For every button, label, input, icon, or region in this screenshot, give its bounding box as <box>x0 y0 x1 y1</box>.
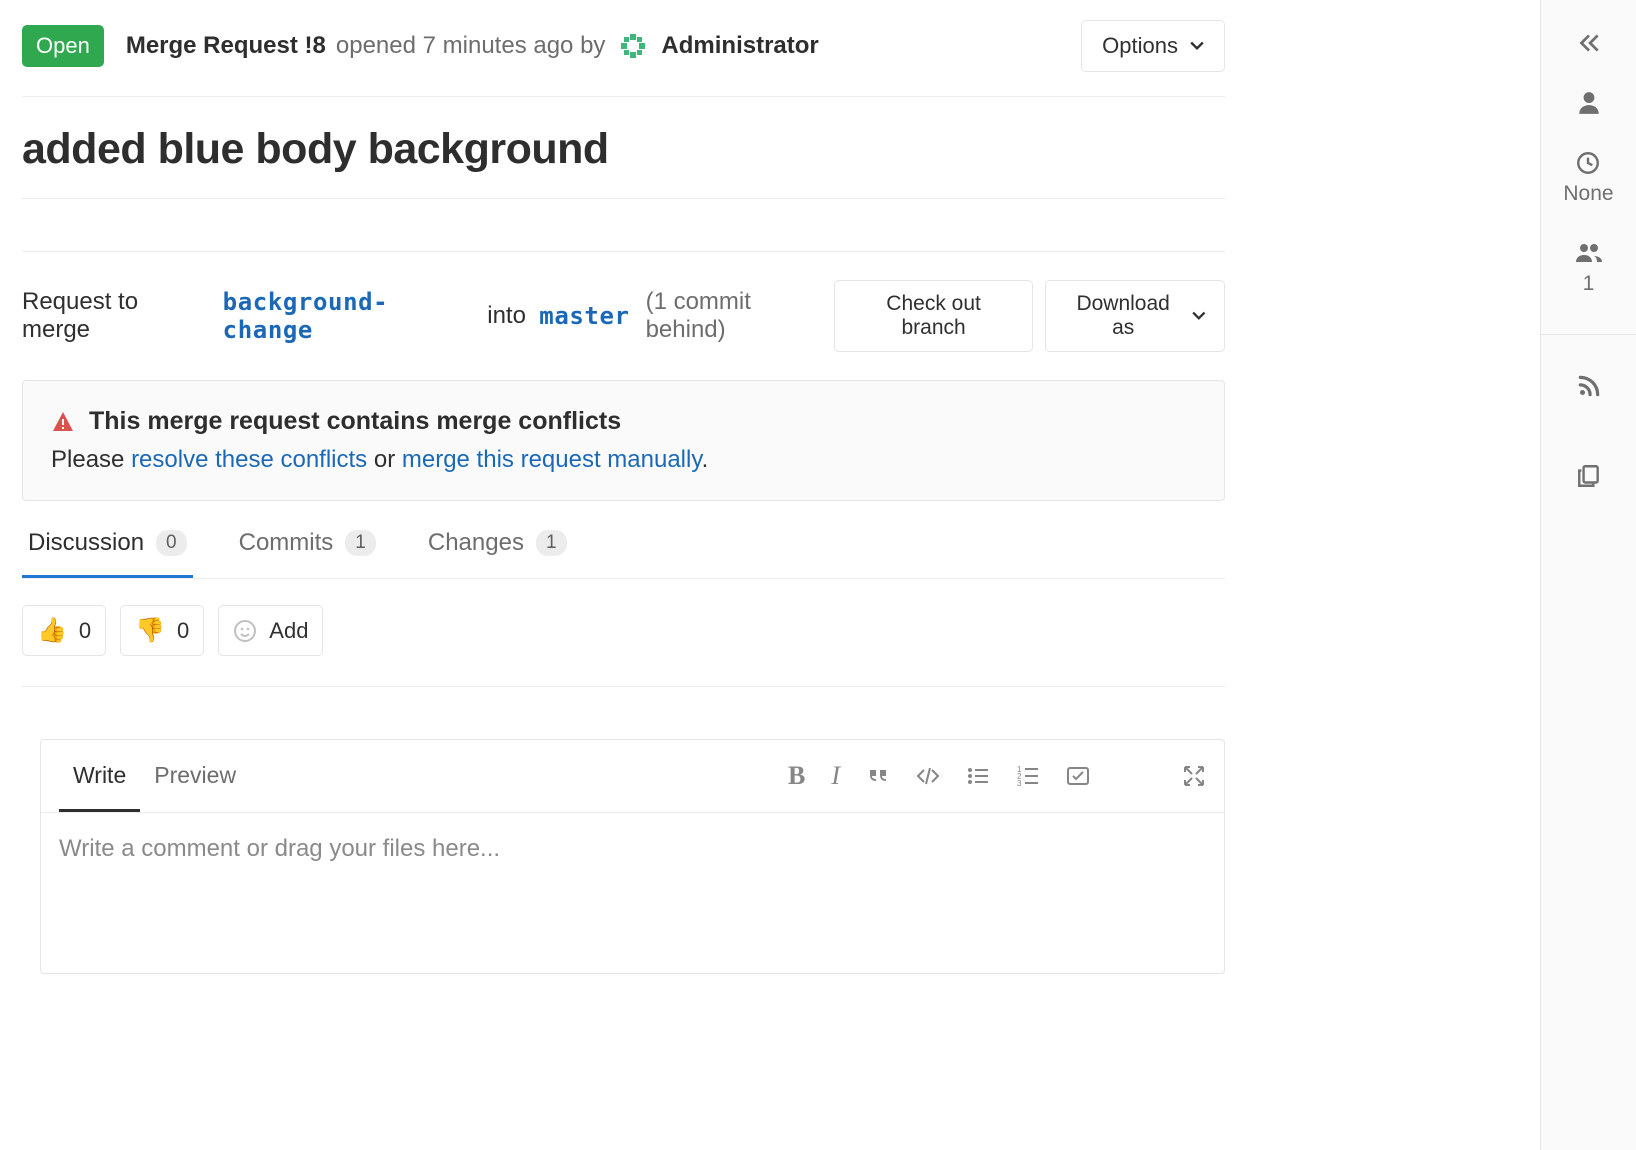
commits-count: 1 <box>345 530 376 556</box>
italic-icon[interactable]: I <box>831 761 840 791</box>
merge-conflict-warning: This merge request contains merge confli… <box>22 380 1225 501</box>
request-to-merge-label: Request to merge <box>22 288 209 344</box>
changes-count: 1 <box>536 530 567 556</box>
bold-icon[interactable]: B <box>788 761 805 791</box>
target-branch[interactable]: master <box>539 302 629 330</box>
conflict-or: or <box>367 446 402 473</box>
conflict-heading: This merge request contains merge confli… <box>89 407 621 436</box>
assignee-section[interactable] <box>1576 90 1602 116</box>
author-avatar[interactable] <box>615 28 651 64</box>
mr-id-label: Merge Request !8 <box>126 32 326 60</box>
reference-section[interactable] <box>1576 463 1602 489</box>
editor-toolbar: B I 123 <box>788 761 1206 791</box>
editor-tab-preview[interactable]: Preview <box>140 740 250 812</box>
copy-icon <box>1576 463 1602 489</box>
caret-down-icon <box>1192 311 1206 321</box>
add-reaction-button[interactable]: Add <box>218 605 323 656</box>
reactions-bar: 👍 0 👎 0 Add <box>22 605 1225 687</box>
tab-discussion[interactable]: Discussion 0 <box>22 529 193 578</box>
behind-count: (1 commit behind) <box>646 288 835 344</box>
clock-icon <box>1575 150 1601 176</box>
resolve-conflicts-link[interactable]: resolve these conflicts <box>131 446 367 473</box>
warning-icon <box>51 410 75 434</box>
merge-info-row: Request to merge background-change into … <box>22 252 1225 376</box>
tab-commits[interactable]: Commits 1 <box>233 529 382 578</box>
comment-placeholder: Write a comment or drag your files here.… <box>59 835 500 862</box>
editor-tab-write[interactable]: Write <box>59 740 140 812</box>
task-list-icon[interactable] <box>1066 764 1090 788</box>
right-sidebar: None 1 <box>1540 0 1636 1150</box>
mr-tabs: Discussion 0 Commits 1 Changes 1 <box>22 529 1225 579</box>
users-icon <box>1574 240 1604 266</box>
fullscreen-icon[interactable] <box>1182 764 1206 788</box>
status-badge: Open <box>22 25 104 67</box>
comment-editor: Write Preview B I 123 <box>40 739 1225 974</box>
source-branch[interactable]: background-change <box>223 288 474 344</box>
checkout-branch-button[interactable]: Check out branch <box>834 280 1033 352</box>
into-label: into <box>487 302 526 330</box>
bullet-list-icon[interactable] <box>966 764 990 788</box>
author-name[interactable]: Administrator <box>661 32 818 60</box>
svg-text:3: 3 <box>1017 779 1022 788</box>
user-icon <box>1576 90 1602 116</box>
collapse-sidebar-button[interactable] <box>1576 30 1602 56</box>
thumbs-down-icon: 👎 <box>135 616 165 645</box>
thumbs-down-button[interactable]: 👎 0 <box>120 605 204 656</box>
rss-icon <box>1576 373 1602 399</box>
quote-icon[interactable] <box>866 764 890 788</box>
numbered-list-icon[interactable]: 123 <box>1016 764 1040 788</box>
smile-icon <box>233 619 257 643</box>
chevrons-left-icon <box>1576 30 1602 56</box>
download-as-button[interactable]: Download as <box>1045 280 1225 352</box>
subscribe-section[interactable] <box>1576 373 1602 399</box>
time-tracking-value: None <box>1563 182 1613 206</box>
thumbs-up-button[interactable]: 👍 0 <box>22 605 106 656</box>
comment-textarea[interactable]: Write a comment or drag your files here.… <box>41 813 1224 973</box>
tab-changes[interactable]: Changes 1 <box>422 529 573 578</box>
mr-title: added blue body background <box>22 97 1225 199</box>
discussion-count: 0 <box>156 530 187 556</box>
thumbs-up-icon: 👍 <box>37 616 67 645</box>
code-icon[interactable] <box>916 764 940 788</box>
caret-down-icon <box>1190 41 1204 51</box>
conflict-please: Please <box>51 446 131 473</box>
merge-manually-link[interactable]: merge this request manually <box>402 446 702 473</box>
mr-opened-text: opened 7 minutes ago by <box>336 32 606 60</box>
mr-header: Open Merge Request !8 opened 7 minutes a… <box>22 20 1225 97</box>
participants-count: 1 <box>1583 272 1595 296</box>
options-button[interactable]: Options <box>1081 20 1225 72</box>
time-tracking-section[interactable]: None <box>1563 150 1613 206</box>
participants-section[interactable]: 1 <box>1574 240 1604 296</box>
